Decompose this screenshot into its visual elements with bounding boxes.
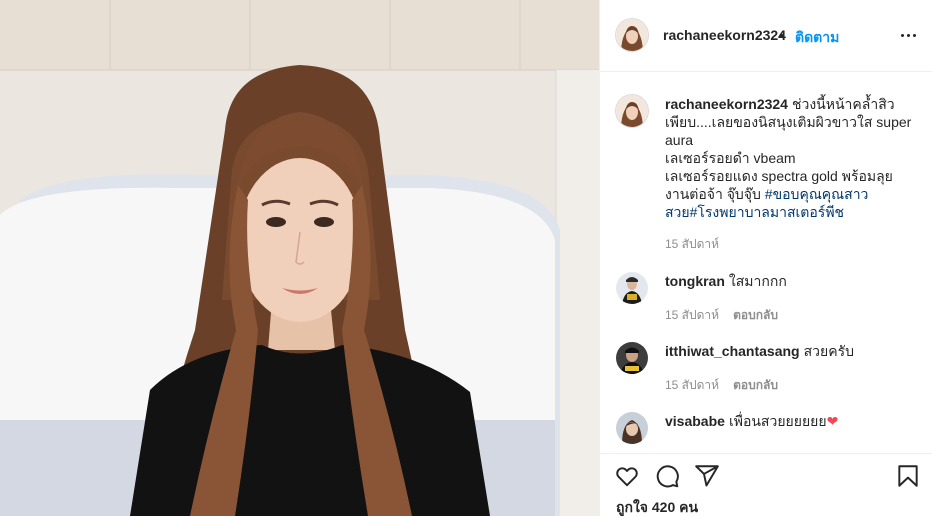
avatar[interactable] [616,342,648,374]
post-header: rachaneekorn2324 • ติดตาม [600,0,932,72]
comment-time[interactable]: 15 สัปดาห์ [665,308,719,322]
post-photo-illustration [0,0,599,516]
comment-body: ใสมากกก [728,273,787,289]
reply-button[interactable]: ตอบกลับ [733,308,778,322]
follow-button[interactable]: ติดตาม [795,27,839,49]
caption-line: aura [665,132,694,148]
heart-emoji: ❤ [826,413,839,429]
bookmark-icon[interactable] [895,463,921,489]
comment-username[interactable]: itthiwat_chantasang [665,343,800,359]
hashtag-link[interactable]: #โรงพยาบาลมาสเตอร์พีช [690,204,844,220]
caption-line: งานต่อจ้า จุ๊บจุ๊บ [665,186,761,202]
comment-body: เพื่อนสวยยยยยย [728,413,827,429]
more-horizontal-icon[interactable] [900,27,918,43]
caption-username[interactable]: rachaneekorn2324 [665,96,788,112]
comment-text: itthiwat_chantasang สวยครับ [665,342,917,360]
avatar-image [616,412,648,444]
caption-time[interactable]: 15 สัปดาห์ [665,235,719,254]
avatar-image [616,95,648,127]
like-count[interactable]: ถูกใจ 420 คน [616,497,698,516]
share-icon[interactable] [694,463,720,489]
post-actions: ถูกใจ 420 คน [600,453,932,516]
comment-text: tongkran ใสมากกก [665,272,917,290]
hashtag-link[interactable]: สวย [665,204,690,220]
comment-meta: 15 สัปดาห์ ตอบกลับ [665,376,778,395]
post-side-panel: rachaneekorn2324 • ติดตาม rachaneekorn23… [599,0,932,516]
comment-time[interactable]: 15 สัปดาห์ [665,378,719,392]
avatar[interactable] [616,412,648,444]
comment-icon[interactable] [654,463,680,489]
comment-meta: 15 สัปดาห์ ตอบกลับ [665,306,778,325]
avatar[interactable] [616,19,648,51]
heart-icon[interactable] [614,463,640,489]
reply-button[interactable]: ตอบกลับ [733,378,778,392]
avatar-image [616,19,648,51]
caption-text: rachaneekorn2324 ช่วงนี้หน้าคล้ำสิว เพียบ… [665,95,917,221]
caption-line: เลเซอร์รอยแดง spectra gold พร้อมลุย [665,168,893,184]
caption-line: เพียบ....เลยของนิสนุงเติมผิวขาวใส super [665,114,912,130]
comment-text: visababe เพื่อนสวยยยยยย❤ [665,412,917,430]
comment-body: สวยครับ [803,343,854,359]
avatar[interactable] [616,95,648,127]
post-photo[interactable] [0,0,599,516]
hashtag-link[interactable]: #ขอบคุณคุณสาว [765,186,869,202]
avatar[interactable] [616,272,648,304]
caption-line: เลเซอร์รอยดำ vbeam [665,150,796,166]
comments-list[interactable]: rachaneekorn2324 ช่วงนี้หน้าคล้ำสิว เพียบ… [600,73,932,453]
avatar-image [616,342,648,374]
header-separator: • [779,27,784,43]
comment-username[interactable]: visababe [665,413,725,429]
avatar-image [616,272,648,304]
caption-line: ช่วงนี้หน้าคล้ำสิว [791,96,895,112]
comment-username[interactable]: tongkran [665,273,725,289]
header-username[interactable]: rachaneekorn2324 [663,27,786,43]
